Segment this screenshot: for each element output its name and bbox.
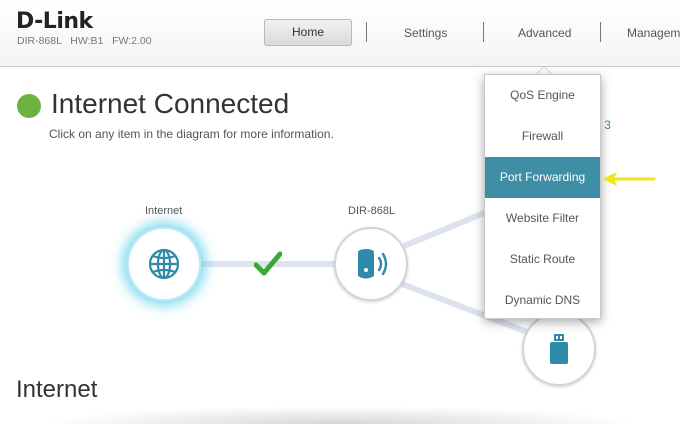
- globe-icon: [148, 248, 180, 280]
- router-icon: [358, 249, 388, 279]
- menu-item-website-filter[interactable]: Website Filter: [485, 198, 600, 239]
- menu-item-static-route[interactable]: Static Route: [485, 239, 600, 280]
- menu-item-dynamic-dns[interactable]: Dynamic DNS: [485, 280, 600, 321]
- router-node-label: DIR-868L: [348, 205, 396, 217]
- menu-item-firewall[interactable]: Firewall: [485, 116, 600, 157]
- section-divider: [40, 406, 640, 424]
- internet-node[interactable]: [127, 227, 201, 301]
- usb-device-node[interactable]: [522, 312, 596, 386]
- menu-item-qos-engine[interactable]: QoS Engine: [485, 75, 600, 116]
- usb-icon: [550, 334, 568, 364]
- internet-section-title: Internet: [16, 376, 98, 403]
- check-icon: [254, 251, 282, 276]
- advanced-dropdown-menu: QoS Engine Firewall Port Forwarding Webs…: [484, 74, 601, 319]
- internet-node-label: Internet: [145, 205, 183, 217]
- menu-item-port-forwarding[interactable]: Port Forwarding: [485, 157, 600, 198]
- pointer-arrow-icon: [602, 172, 656, 186]
- router-node[interactable]: [334, 227, 408, 301]
